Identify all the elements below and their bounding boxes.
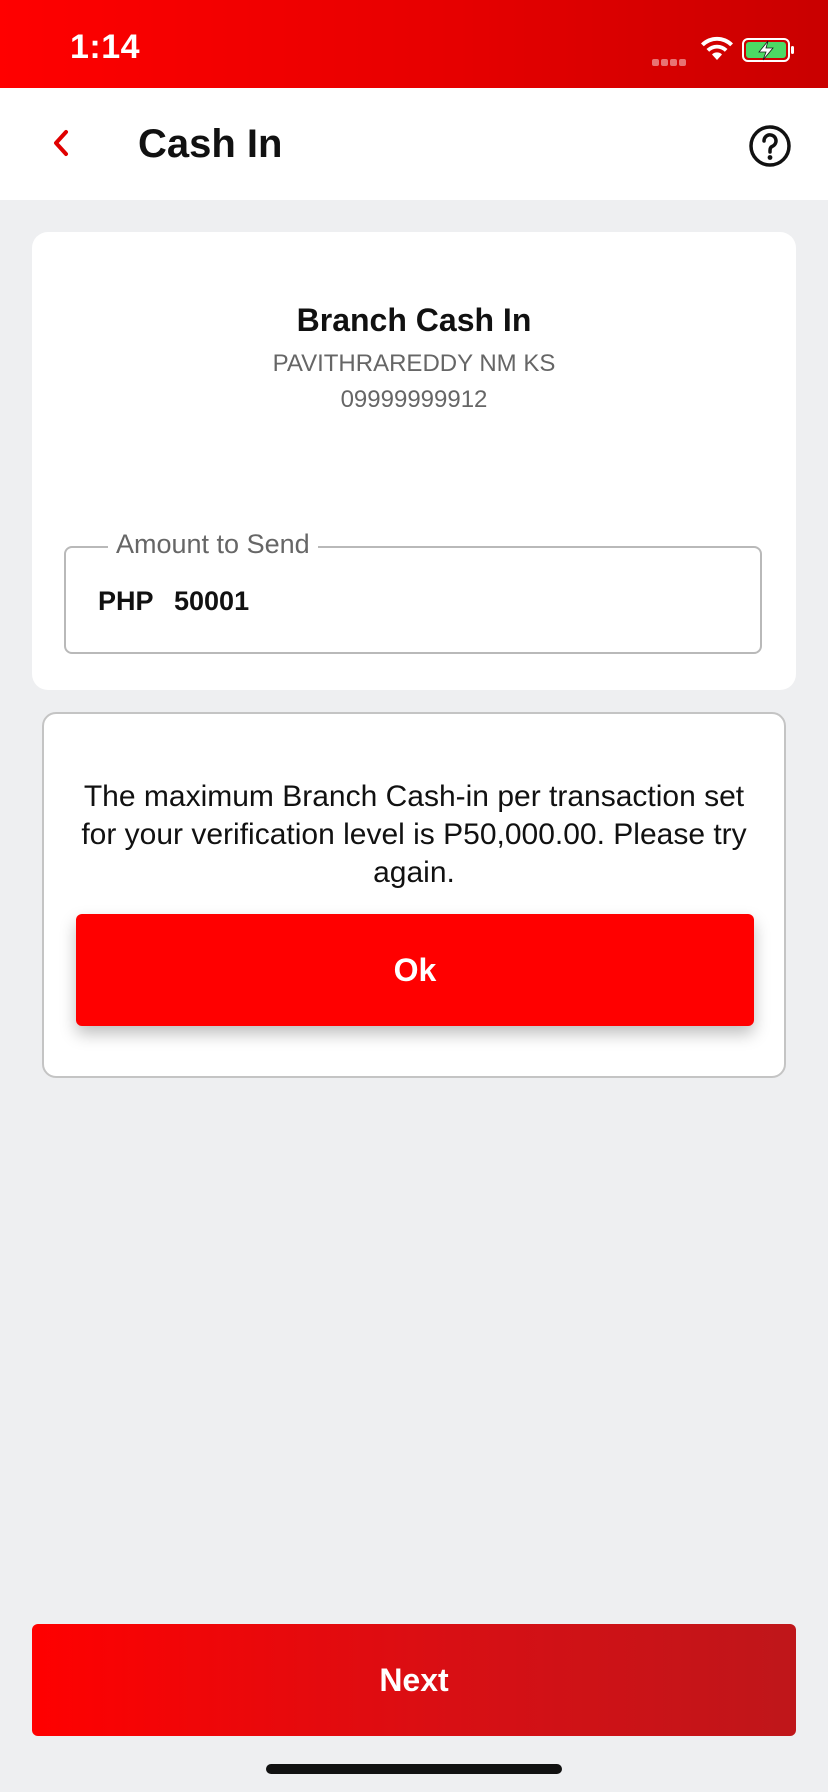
account-number: 09999999912 xyxy=(340,386,488,413)
home-indicator xyxy=(266,1764,562,1774)
amount-to-send-field[interactable]: Amount to Send PHP 50001 xyxy=(64,529,762,654)
amount-field-label: Amount to Send xyxy=(108,529,318,560)
status-bar: 1:14 xyxy=(0,0,828,88)
wifi-icon xyxy=(701,36,733,60)
amount-input[interactable]: 50001 xyxy=(174,586,249,617)
ok-button[interactable]: Ok xyxy=(76,914,754,1026)
app-header: Cash In xyxy=(0,88,828,200)
account-name: PAVITHRAREDDY NM KS xyxy=(272,350,556,377)
battery-charging-icon xyxy=(742,38,794,62)
card-title: Branch Cash In xyxy=(296,302,532,338)
status-time: 1:14 xyxy=(70,28,141,66)
branch-cash-in-card: Branch Cash In PAVITHRAREDDY NM KS 09999… xyxy=(32,232,796,690)
next-button[interactable]: Next xyxy=(32,1624,796,1736)
page-title: Cash In xyxy=(138,122,283,166)
question-circle-icon[interactable] xyxy=(744,120,796,172)
cash-in-screen: 1:14 Cash In Branch Cash In PAVITHRAREDD… xyxy=(0,0,828,1792)
signal-icon xyxy=(652,53,690,66)
alert-message: The maximum Branch Cash-in per transacti… xyxy=(81,780,747,889)
currency-label: PHP xyxy=(98,586,154,616)
chevron-left-icon xyxy=(54,130,68,156)
back-button[interactable] xyxy=(36,118,86,168)
error-alert-dialog: The maximum Branch Cash-in per transacti… xyxy=(42,712,786,1078)
